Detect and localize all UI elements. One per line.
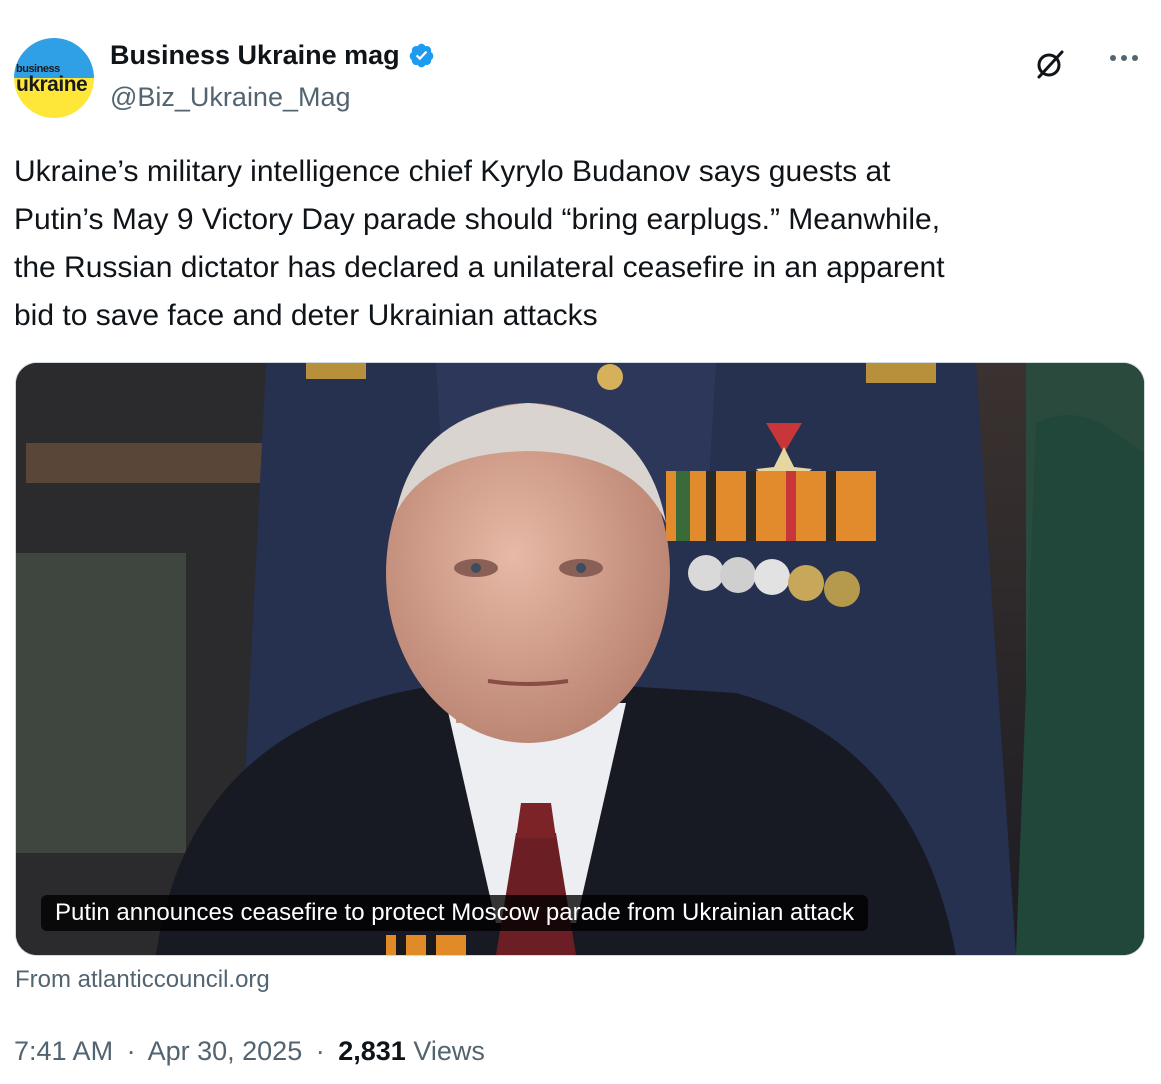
author-name-row: Business Ukraine mag — [110, 40, 435, 71]
author-handle[interactable]: @Biz_Ukraine_Mag — [110, 82, 351, 113]
tweet-text-line: Ukraine’s military intelligence chief Ky… — [14, 155, 891, 188]
views-label: Views — [413, 1036, 485, 1066]
grok-icon — [1037, 50, 1064, 79]
meta-separator: · — [126, 1036, 136, 1066]
author-display-name[interactable]: Business Ukraine mag — [110, 40, 400, 71]
tweet-time[interactable]: 7:41 AM — [14, 1036, 113, 1066]
tweet-text-line: bid to save face and deter Ukrainian att… — [14, 299, 598, 332]
tweet-text: Ukraine’s military intelligence chief Ky… — [14, 148, 1134, 340]
grok-button[interactable] — [1028, 42, 1072, 86]
more-icon — [1110, 55, 1138, 61]
card-source-link[interactable]: From atlanticcouncil.org — [15, 966, 270, 994]
avatar[interactable]: business ukraine — [14, 38, 94, 118]
verified-badge-icon — [409, 43, 433, 68]
avatar-logo-big-text: ukraine — [16, 73, 88, 96]
card-photo — [16, 363, 1144, 955]
tweet-text-line: Putin’s May 9 Victory Day parade should … — [14, 203, 941, 236]
more-options-button[interactable] — [1100, 42, 1148, 74]
card-caption: Putin announces ceasefire to protect Mos… — [41, 895, 869, 931]
tweet-text-line: the Russian dictator has declared a unil… — [14, 251, 945, 284]
tweet-date[interactable]: Apr 30, 2025 — [148, 1036, 303, 1066]
views-count: 2,831 — [338, 1036, 406, 1066]
link-card[interactable]: Putin announces ceasefire to protect Mos… — [15, 362, 1145, 956]
tweet-meta: 7:41 AM · Apr 30, 2025 · 2,831 Views — [14, 1036, 485, 1067]
meta-separator: · — [315, 1036, 325, 1066]
